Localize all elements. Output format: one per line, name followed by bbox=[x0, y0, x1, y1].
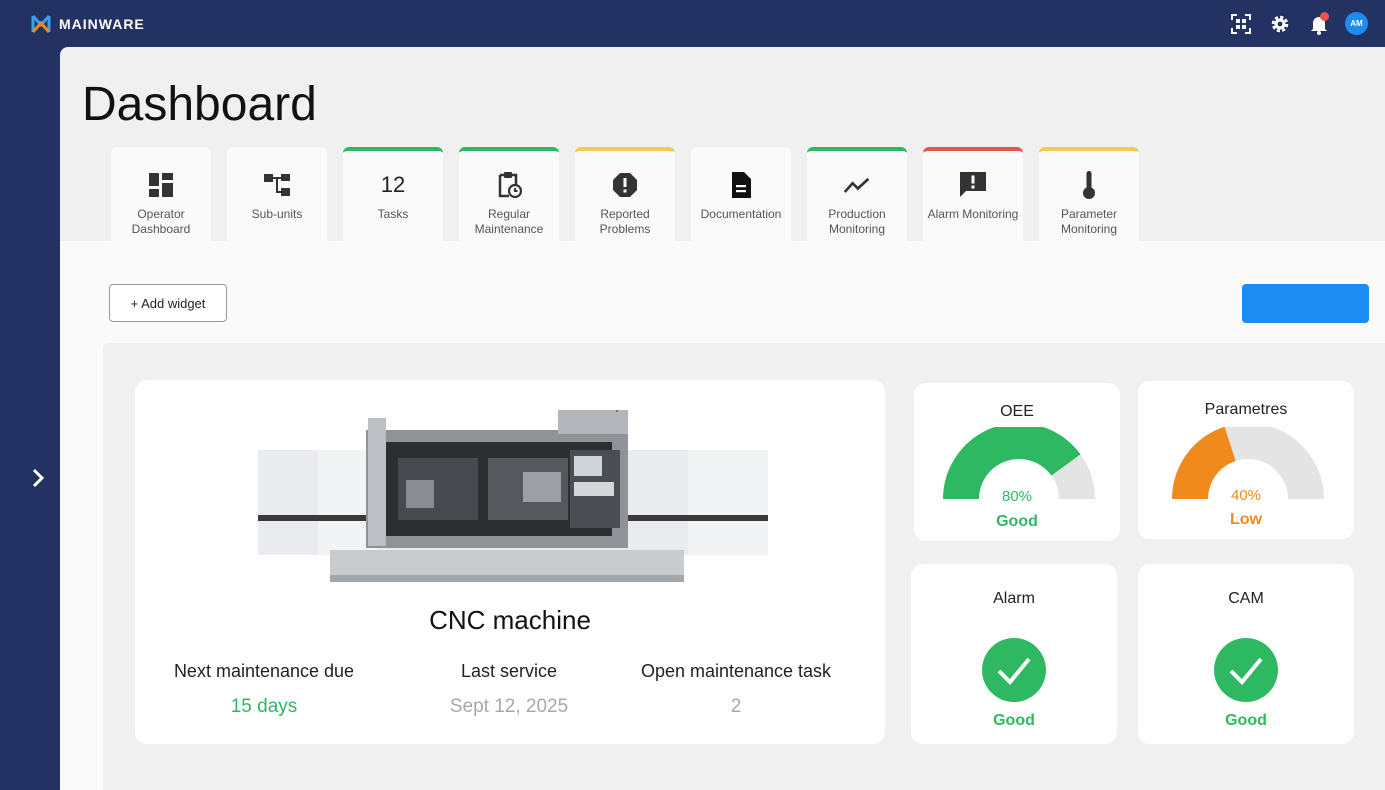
sidebar bbox=[0, 47, 60, 790]
tab-label: Reported Problems bbox=[599, 207, 651, 236]
add-widget-button[interactable]: + Add widget bbox=[109, 284, 227, 322]
stat-value: 15 days bbox=[230, 696, 298, 717]
thermometer-icon bbox=[1075, 171, 1103, 199]
widget-status: Good bbox=[1225, 712, 1267, 729]
widget-status: Good bbox=[993, 712, 1035, 729]
chevron-right-icon[interactable] bbox=[27, 466, 51, 490]
tab-reported-problems[interactable]: Reported Problems bbox=[575, 147, 675, 241]
widget-title: Alarm bbox=[993, 590, 1035, 607]
stat-label: Last service bbox=[460, 661, 558, 681]
widget-title: CAM bbox=[1228, 590, 1264, 607]
tab-documentation[interactable]: Documentation bbox=[691, 147, 791, 241]
alert-octagon-icon bbox=[611, 171, 639, 199]
mainware-logo-icon bbox=[31, 15, 51, 33]
gauge-percent: 80% bbox=[1001, 488, 1033, 505]
tab-label: Documentation bbox=[700, 207, 782, 221]
dashboard-grid-icon bbox=[147, 171, 175, 199]
alert-message-icon bbox=[959, 171, 987, 199]
tab-label: Tasks bbox=[377, 207, 409, 221]
tab-alarm-monitoring[interactable]: Alarm Monitoring bbox=[923, 147, 1023, 241]
primary-action-button[interactable] bbox=[1242, 284, 1369, 323]
stat-value: Sept 12, 2025 bbox=[449, 696, 569, 717]
bell-icon[interactable] bbox=[1306, 11, 1331, 36]
tab-label: Parameter Monitoring bbox=[1060, 207, 1118, 236]
page-title: Dashboard bbox=[82, 78, 317, 131]
tasks-count: 12 bbox=[380, 172, 406, 197]
trend-line-icon bbox=[843, 171, 871, 199]
top-icons: AM bbox=[1228, 11, 1368, 36]
tab-label: Sub-units bbox=[251, 207, 303, 221]
module-tabs: Operator Dashboard Sub-units 12 Tasks Re… bbox=[111, 147, 1139, 241]
cnc-machine-image bbox=[258, 410, 768, 582]
tab-label: Operator Dashboard bbox=[131, 207, 191, 236]
tab-label: Regular Maintenance bbox=[474, 207, 544, 236]
stat-value: 2 bbox=[730, 696, 742, 717]
brand[interactable]: MAINWARE bbox=[31, 13, 145, 35]
notification-badge bbox=[1320, 12, 1329, 21]
document-icon bbox=[727, 171, 755, 199]
check-circle-icon bbox=[1214, 638, 1278, 702]
tab-sub-units[interactable]: Sub-units bbox=[227, 147, 327, 241]
widget-cam[interactable]: CAM Good bbox=[1138, 564, 1354, 744]
main-panel: Dashboard Operator Dashboard Sub-units 1… bbox=[60, 47, 1385, 790]
brand-name: MAINWARE bbox=[59, 16, 145, 32]
gauge-percent: 40% bbox=[1230, 487, 1262, 504]
tab-production-monitoring[interactable]: Production Monitoring bbox=[807, 147, 907, 241]
clipboard-clock-icon bbox=[495, 171, 523, 199]
check-circle-icon bbox=[982, 638, 1046, 702]
widget-oee[interactable]: OEE 80% Good bbox=[914, 383, 1120, 541]
gear-icon[interactable] bbox=[1267, 11, 1292, 36]
widget-grid: CNC machine Next maintenance due 15 days… bbox=[103, 343, 1385, 790]
widget-title: Parametres bbox=[1204, 401, 1288, 418]
tab-tasks[interactable]: 12 Tasks bbox=[343, 147, 443, 241]
stat-open-tasks: Open maintenance task 2 bbox=[616, 661, 856, 718]
hierarchy-icon bbox=[263, 171, 291, 199]
tab-label: Alarm Monitoring bbox=[927, 207, 1019, 221]
tab-operator-dashboard[interactable]: Operator Dashboard bbox=[111, 147, 211, 241]
gauge-status: Good bbox=[996, 513, 1038, 530]
stat-label: Open maintenance task bbox=[640, 661, 832, 681]
qr-scan-icon[interactable] bbox=[1228, 11, 1253, 36]
top-bar: MAINWARE AM bbox=[0, 0, 1385, 47]
widget-alarm[interactable]: Alarm Good bbox=[911, 564, 1117, 744]
machine-card[interactable]: CNC machine Next maintenance due 15 days… bbox=[135, 380, 885, 744]
tab-regular-maintenance[interactable]: Regular Maintenance bbox=[459, 147, 559, 241]
dashboard-content: + Add widget CNC machine Next maintenanc… bbox=[60, 241, 1385, 790]
avatar[interactable]: AM bbox=[1345, 12, 1368, 35]
tab-parameter-monitoring[interactable]: Parameter Monitoring bbox=[1039, 147, 1139, 241]
stat-last-service: Last service Sept 12, 2025 bbox=[389, 661, 629, 718]
widget-parametres[interactable]: Parametres 40% Low bbox=[1138, 381, 1354, 539]
tab-label: Production Monitoring bbox=[828, 207, 886, 236]
stat-label: Next maintenance due bbox=[173, 661, 355, 681]
stat-next-maintenance: Next maintenance due 15 days bbox=[144, 661, 384, 718]
gauge-status: Low bbox=[1230, 511, 1262, 528]
widget-title: OEE bbox=[1000, 403, 1034, 420]
machine-name: CNC machine bbox=[429, 605, 591, 635]
